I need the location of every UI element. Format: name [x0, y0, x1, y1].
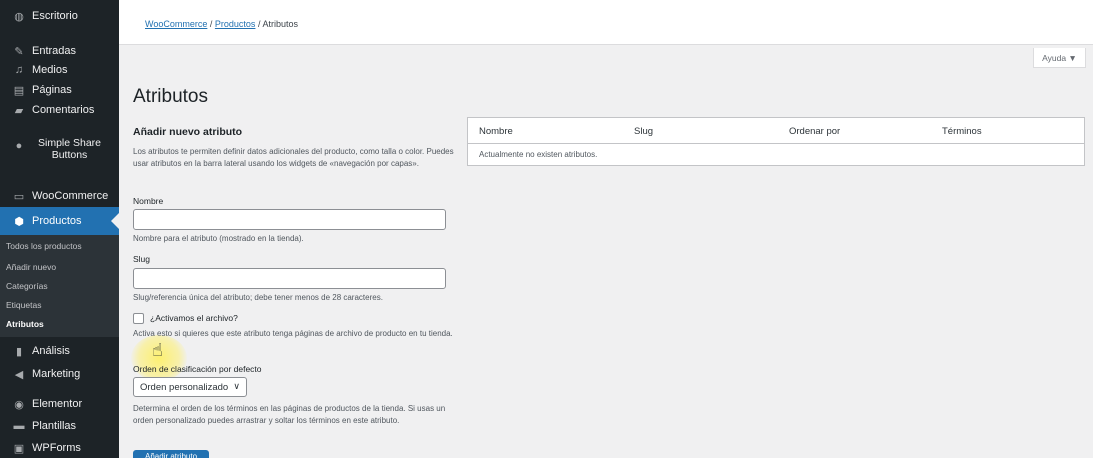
submenu-anadir-nuevo[interactable]: Añadir nuevo — [6, 262, 56, 272]
sidebar-item-label: Productos — [32, 215, 82, 227]
sidebar-item-productos[interactable]: ⬢ Productos — [0, 207, 119, 235]
chevron-down-icon: ∨ — [233, 381, 240, 391]
submenu-atributos[interactable]: Atributos — [6, 319, 44, 329]
attribute-slug-input[interactable] — [133, 268, 446, 289]
sidebar-item-label: Páginas — [32, 84, 72, 96]
column-header-terminos[interactable]: Términos — [942, 126, 982, 137]
enable-archive-checkbox[interactable] — [133, 313, 144, 324]
breadcrumb-separator: / — [209, 19, 213, 29]
add-attribute-button[interactable]: Añadir atributo — [133, 450, 209, 458]
archive-help: Activa esto si quieres que este atributo… — [133, 329, 453, 338]
name-label: Nombre — [133, 196, 164, 206]
sidebar-item-escritorio[interactable]: ◍ Escritorio — [0, 6, 119, 26]
pages-icon: ▤ — [13, 84, 25, 97]
productos-submenu: Todos los productos Añadir nuevo Categor… — [0, 235, 119, 337]
sidebar-item-label: Comentarios — [32, 104, 95, 116]
table-header-divider — [468, 143, 1084, 144]
attribute-name-input[interactable] — [133, 209, 446, 230]
admin-sidebar: ◍ Escritorio ✎ Entradas ♫ Medios ▤ Págin… — [0, 0, 119, 458]
sidebar-separator — [0, 30, 119, 38]
submenu-categorias[interactable]: Categorías — [6, 281, 48, 291]
default-sort-help: Determina el orden de los términos en la… — [133, 404, 446, 425]
page-header: WooCommerce / Productos / Atributos — [119, 0, 1093, 45]
pin-icon: ✎ — [14, 45, 24, 58]
comments-icon: ▰ — [14, 104, 24, 117]
breadcrumb-productos[interactable]: Productos — [215, 19, 256, 29]
column-header-slug[interactable]: Slug — [634, 126, 653, 137]
form-title: Añadir nuevo atributo — [133, 126, 243, 138]
default-sort-select[interactable]: Orden personalizado ∨ — [133, 377, 247, 397]
sidebar-item-label: WooCommerce — [32, 190, 109, 202]
elementor-icon: ◉ — [14, 398, 24, 411]
default-sort-label: Orden de clasificación por defecto — [133, 364, 262, 374]
attributes-table: Nombre Slug Ordenar por Términos Actualm… — [467, 117, 1085, 166]
analytics-icon: ▮ — [15, 345, 23, 358]
slug-help: Slug/referencia única del atributo; debe… — [133, 293, 383, 302]
sidebar-item-plantillas[interactable]: ▬ Plantillas — [0, 416, 119, 436]
sidebar-item-label: Entradas — [32, 45, 77, 57]
sidebar-item-comentarios[interactable]: ▰ Comentarios — [0, 100, 119, 120]
sidebar-item-label: Plantillas — [32, 420, 77, 432]
sidebar-item-label: Simple Share — [37, 137, 102, 149]
sidebar-item-entradas[interactable]: ✎ Entradas — [0, 41, 119, 61]
sidebar-item-analisis[interactable]: ▮ Análisis — [0, 341, 119, 361]
column-header-nombre[interactable]: Nombre — [479, 126, 513, 137]
help-button[interactable]: Ayuda ▼ — [1033, 48, 1086, 68]
sidebar-item-wpforms[interactable]: ▣ WPForms — [0, 438, 119, 458]
default-sort-value: Orden personalizado — [140, 381, 229, 393]
sidebar-item-simple-share-buttons[interactable]: ● Simple Share Buttons — [0, 137, 119, 177]
share-icon: ● — [15, 140, 23, 152]
megaphone-icon: ◀ — [14, 368, 24, 381]
sidebar-item-paginas[interactable]: ▤ Páginas — [0, 80, 119, 100]
sidebar-item-medios[interactable]: ♫ Medios — [0, 60, 119, 80]
sidebar-item-label: WPForms — [32, 442, 81, 454]
sidebar-item-woocommerce[interactable]: ▭ WooCommerce — [0, 185, 119, 207]
sidebar-item-marketing[interactable]: ◀ Marketing — [0, 364, 119, 384]
sidebar-item-label: Elementor — [32, 398, 83, 410]
sidebar-item-elementor[interactable]: ◉ Elementor — [0, 394, 119, 414]
products-icon: ⬢ — [14, 215, 24, 228]
sidebar-item-label: Análisis — [32, 345, 70, 357]
breadcrumb: WooCommerce / Productos / Atributos — [145, 19, 298, 29]
woocommerce-icon: ▭ — [13, 190, 25, 203]
media-icon: ♫ — [14, 64, 24, 76]
breadcrumb-separator: / — [257, 19, 261, 29]
name-help: Nombre para el atributo (mostrado en la … — [133, 234, 304, 243]
breadcrumb-current: Atributos — [262, 19, 299, 29]
submenu-etiquetas[interactable]: Etiquetas — [6, 300, 41, 310]
forms-icon: ▣ — [13, 442, 25, 455]
form-intro: Los atributos te permiten definir datos … — [133, 147, 454, 168]
folder-icon: ▬ — [13, 420, 25, 432]
sidebar-item-label: Escritorio — [32, 10, 78, 22]
breadcrumb-woocommerce[interactable]: WooCommerce — [145, 19, 207, 29]
dashboard-icon: ◍ — [14, 10, 24, 23]
submenu-todos-los-productos[interactable]: Todos los productos — [6, 241, 82, 251]
slug-label: Slug — [133, 254, 151, 264]
page-title: Atributos — [133, 86, 208, 107]
enable-archive-label[interactable]: ¿Activamos el archivo? — [150, 313, 238, 323]
sidebar-item-label: Medios — [32, 64, 68, 76]
column-header-ordenar-por[interactable]: Ordenar por — [789, 126, 840, 137]
active-indicator — [111, 213, 119, 229]
sidebar-item-label-line2: Buttons — [51, 149, 88, 161]
hand-pointer-icon: ☝ — [152, 340, 163, 360]
table-empty-message: Actualmente no existen atributos. — [479, 150, 598, 159]
sidebar-item-label: Marketing — [32, 368, 81, 380]
